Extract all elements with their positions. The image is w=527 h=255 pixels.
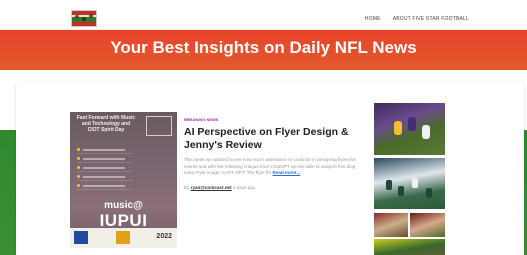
flyer-agenda-list <box>77 146 133 191</box>
top-navigation-bar: HOME ABOUT FIVE STAR FOOTBALL <box>0 0 527 30</box>
flyer-year: 2022 <box>156 233 172 240</box>
post-summary: BREAKING NEWS AI Perspective on Flyer De… <box>184 117 359 190</box>
post-time: 4 days ago <box>232 184 256 190</box>
post-excerpt-text: This week we wanted to see how much assi… <box>184 157 356 175</box>
football-photo-thumbnail[interactable] <box>410 213 445 237</box>
nav-about-link[interactable]: ABOUT FIVE STAR FOOTBALL <box>393 16 469 22</box>
sponsor-logo-icon <box>74 231 88 244</box>
flyer-heading: Fast Forward with Music and Technology a… <box>76 115 136 133</box>
site-logo[interactable] <box>71 10 97 27</box>
sponsor-logo-icon <box>116 231 130 244</box>
nav-home-link[interactable]: HOME <box>365 16 381 22</box>
football-photo-thumbnail[interactable] <box>374 158 445 209</box>
post-title[interactable]: AI Perspective on Flyer Design & Jenny's… <box>184 126 359 152</box>
football-photo-thumbnail[interactable] <box>374 213 408 237</box>
flyer-date-box <box>146 116 172 136</box>
post-author-link[interactable]: ryan@comcast.net <box>191 185 232 190</box>
post-meta: By ryan@comcast.net 4 days ago <box>184 185 359 190</box>
flyer-footer: 2022 <box>70 228 177 248</box>
football-photo-thumbnail[interactable] <box>374 239 445 255</box>
post-featured-image[interactable]: Fast Forward with Music and Technology a… <box>70 112 177 248</box>
flyer-music-text: music@ <box>104 200 143 211</box>
post-excerpt: This week we wanted to see how much assi… <box>184 157 359 177</box>
main-nav: HOME ABOUT FIVE STAR FOOTBALL <box>365 16 469 22</box>
read-more-link[interactable]: Read more... <box>273 170 301 175</box>
post-meta-prefix: By <box>184 184 190 190</box>
hero-title: Your Best Insights on Daily NFL News <box>110 38 417 57</box>
flyer-music-logo: music@ IUPUI <box>70 200 177 231</box>
post-category[interactable]: BREAKING NEWS <box>184 117 359 122</box>
football-photo-thumbnail[interactable] <box>374 103 445 155</box>
